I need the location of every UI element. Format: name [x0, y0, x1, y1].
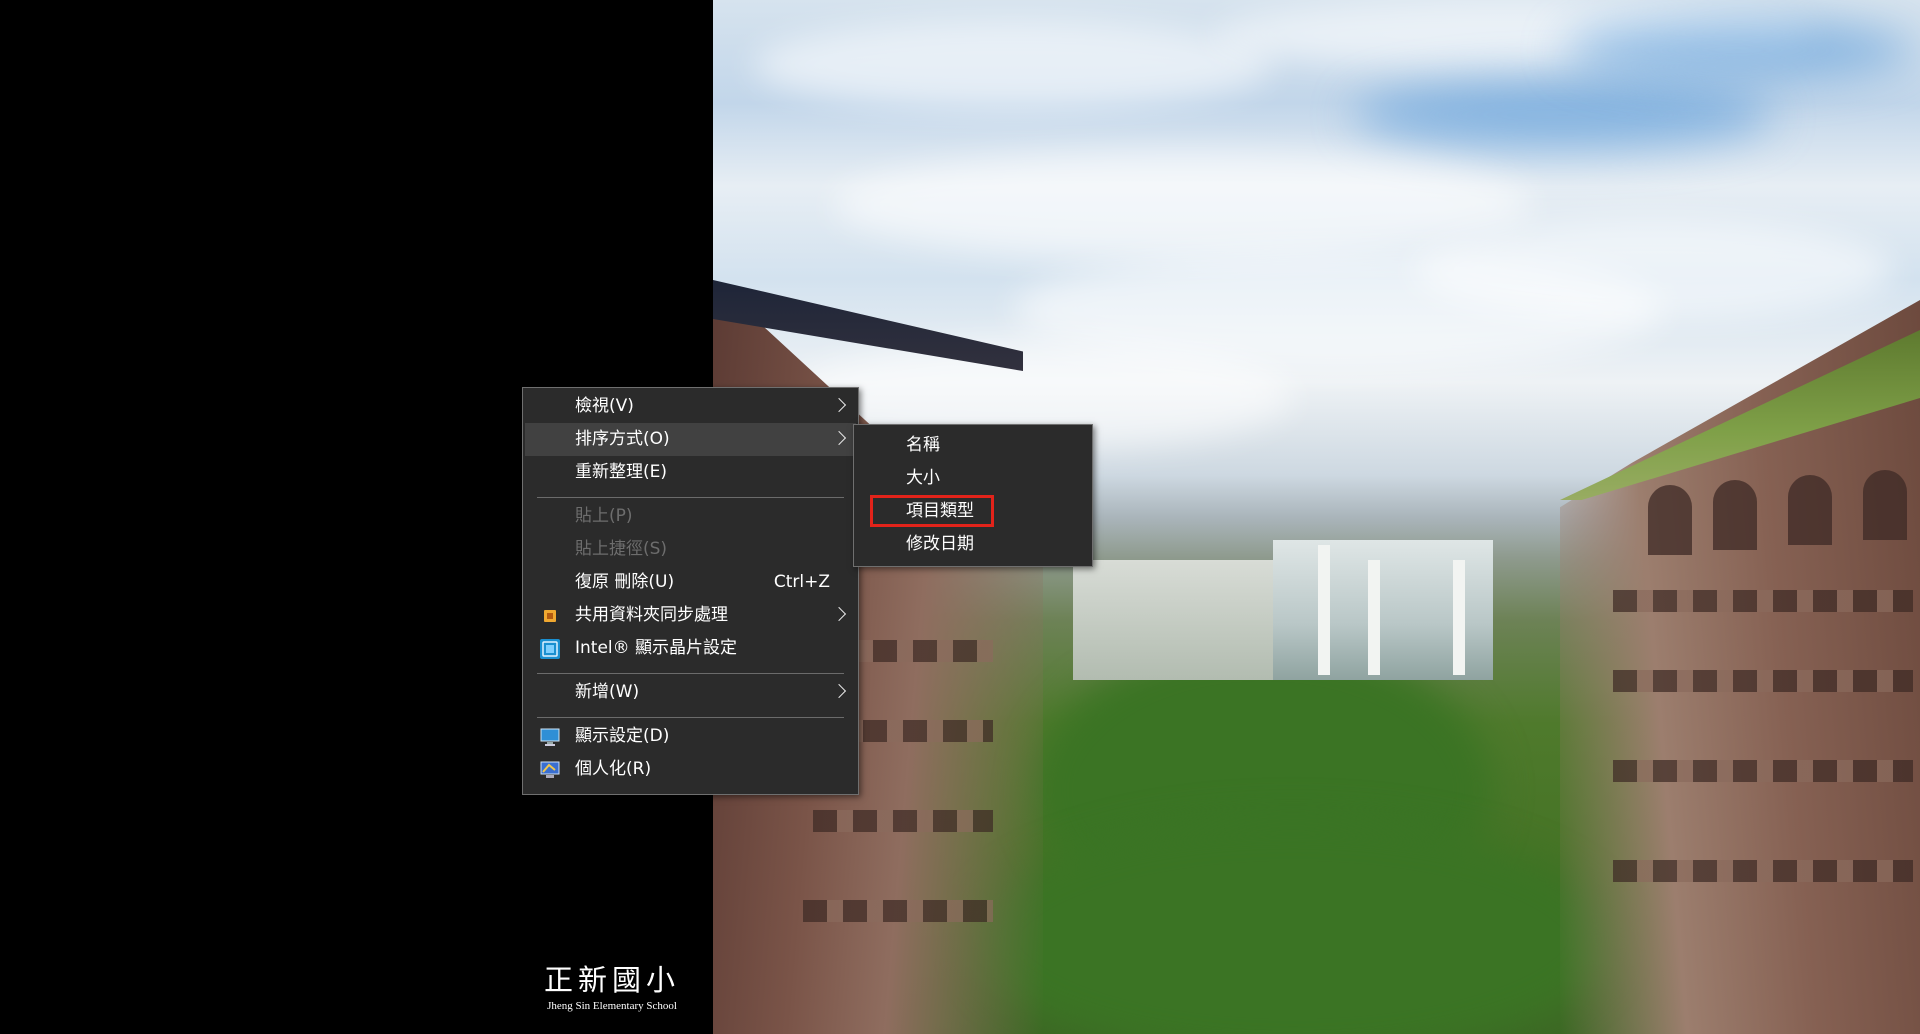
menu-item-label: 重新整理(E) [575, 462, 668, 482]
menu-item-label: 排序方式(O) [575, 429, 670, 449]
menu-item-label: 顯示設定(D) [575, 726, 670, 746]
menu-item-label: 大小 [906, 468, 940, 488]
menu-item-new[interactable]: 新增(W) [525, 676, 856, 709]
menu-item-shared-folder-sync[interactable]: 共用資料夾同步處理 [525, 599, 856, 632]
chevron-right-icon [831, 430, 847, 446]
sort-item-date-modified[interactable]: 修改日期 [856, 528, 1090, 561]
sync-folder-icon [544, 610, 556, 622]
menu-item-refresh[interactable]: 重新整理(E) [525, 456, 856, 489]
display-settings-icon [540, 728, 560, 746]
menu-item-label: 復原 刪除(U) [575, 572, 675, 592]
menu-item-label: 新增(W) [575, 682, 640, 702]
personalize-icon [540, 761, 560, 778]
menu-item-paste-shortcut[interactable]: 貼上捷徑(S) [525, 533, 856, 566]
menu-item-intel-graphics[interactable]: Intel® 顯示晶片設定 [525, 632, 856, 665]
menu-item-paste[interactable]: 貼上(P) [525, 500, 856, 533]
menu-item-label: 貼上(P) [575, 506, 633, 526]
chevron-right-icon [831, 683, 847, 699]
chevron-right-icon [831, 606, 847, 622]
annotation-highlight-box [870, 495, 994, 527]
sort-by-submenu: 名稱 大小 項目類型 修改日期 [853, 424, 1093, 567]
menu-item-label: 名稱 [906, 435, 940, 455]
menu-item-label: 貼上捷徑(S) [575, 539, 668, 559]
menu-item-label: 個人化(R) [575, 759, 652, 779]
sort-item-size[interactable]: 大小 [856, 462, 1090, 495]
menu-item-label: 共用資料夾同步處理 [575, 605, 728, 625]
intel-graphics-icon [540, 639, 560, 659]
menu-item-personalize[interactable]: 個人化(R) [525, 753, 856, 786]
chevron-right-icon [831, 397, 847, 413]
school-logo: 正新國小 Jheng Sin Elementary School [532, 963, 692, 1013]
menu-item-shortcut: Ctrl+Z [773, 572, 830, 592]
menu-item-label: 檢視(V) [575, 396, 634, 416]
logo-title: 正新國小 [543, 963, 680, 997]
logo-subtitle: Jheng Sin Elementary School [547, 1000, 677, 1012]
menu-separator [537, 717, 844, 718]
menu-item-display-settings[interactable]: 顯示設定(D) [525, 720, 856, 753]
menu-item-sort-by[interactable]: 排序方式(O) [525, 423, 856, 456]
menu-item-label: Intel® 顯示晶片設定 [575, 638, 738, 658]
desktop-context-menu: 檢視(V) 排序方式(O) 重新整理(E) 貼上(P) 貼上捷徑(S) 復原 刪… [522, 387, 859, 795]
menu-item-label: 修改日期 [906, 534, 974, 554]
menu-item-view[interactable]: 檢視(V) [525, 390, 856, 423]
menu-separator [537, 497, 844, 498]
menu-item-undo-delete[interactable]: 復原 刪除(U) Ctrl+Z [525, 566, 856, 599]
menu-separator [537, 673, 844, 674]
sort-item-name[interactable]: 名稱 [856, 429, 1090, 462]
